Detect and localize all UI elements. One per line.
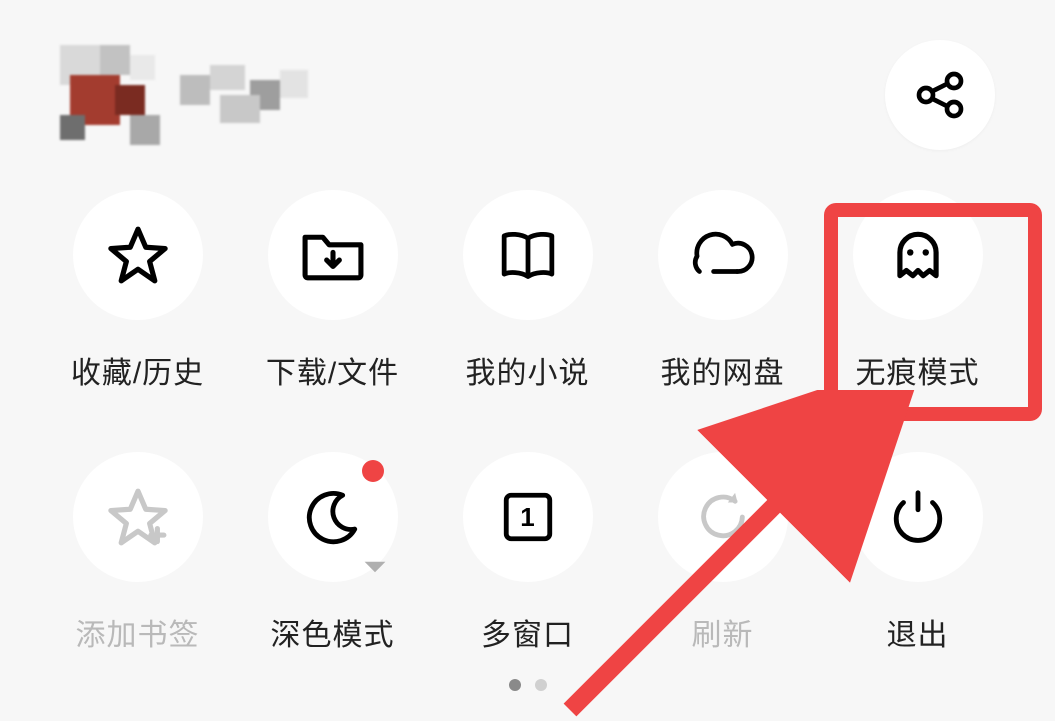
icon-circle [853,190,983,320]
refresh-icon [694,488,752,546]
share-button[interactable] [885,40,995,150]
menu-item-label: 我的小说 [466,348,590,392]
menu-item-my-cloud[interactable]: 我的网盘 [625,190,820,392]
menu-item-label: 我的网盘 [661,348,785,392]
menu-item-label: 收藏/历史 [71,348,204,392]
header-bar [0,0,1055,170]
moon-icon [304,488,362,546]
book-icon [497,228,559,282]
menu-item-exit[interactable]: 退出 [820,452,1015,654]
menu-item-label: 深色模式 [271,610,395,654]
menu-item-label: 添加书签 [76,610,200,654]
menu-item-label: 多窗口 [481,610,574,654]
icon-circle: 1 [463,452,593,582]
icon-circle [463,190,593,320]
menu-item-download-files[interactable]: 下载/文件 [235,190,430,392]
username [180,65,320,125]
share-icon [912,67,968,123]
page-dot-active [509,679,521,691]
power-icon [889,488,947,546]
icon-circle [73,452,203,582]
notification-dot [362,460,384,482]
menu-item-label: 刷新 [692,610,754,654]
menu-item-label: 无痕模式 [856,348,980,392]
star-icon [107,224,169,286]
menu-item-my-novels[interactable]: 我的小说 [430,190,625,392]
menu-grid: 收藏/历史 下载/文件 我的小说 [0,170,1055,654]
chevron-down-icon[interactable] [362,558,388,576]
icon-circle [268,190,398,320]
icon-circle [658,452,788,582]
menu-item-label: 退出 [887,610,949,654]
menu-item-incognito-mode[interactable]: 无痕模式 [820,190,1015,392]
window-count: 1 [499,488,557,546]
page-dot [535,679,547,691]
icon-circle [853,452,983,582]
window-icon: 1 [499,488,557,546]
download-folder-icon [300,226,366,284]
menu-item-multi-window[interactable]: 1 多窗口 [430,452,625,654]
icon-circle [268,452,398,582]
icon-circle [73,190,203,320]
page-indicator [0,679,1055,691]
menu-item-favorites-history[interactable]: 收藏/历史 [40,190,235,392]
ghost-icon [887,224,949,286]
cloud-icon [690,230,756,280]
menu-item-dark-mode[interactable]: 深色模式 [235,452,430,654]
profile-area[interactable] [60,45,320,145]
menu-item-refresh: 刷新 [625,452,820,654]
icon-circle [658,190,788,320]
menu-item-add-bookmark: 添加书签 [40,452,235,654]
avatar[interactable] [60,45,160,145]
star-add-icon [107,486,169,548]
menu-item-label: 下载/文件 [266,348,399,392]
